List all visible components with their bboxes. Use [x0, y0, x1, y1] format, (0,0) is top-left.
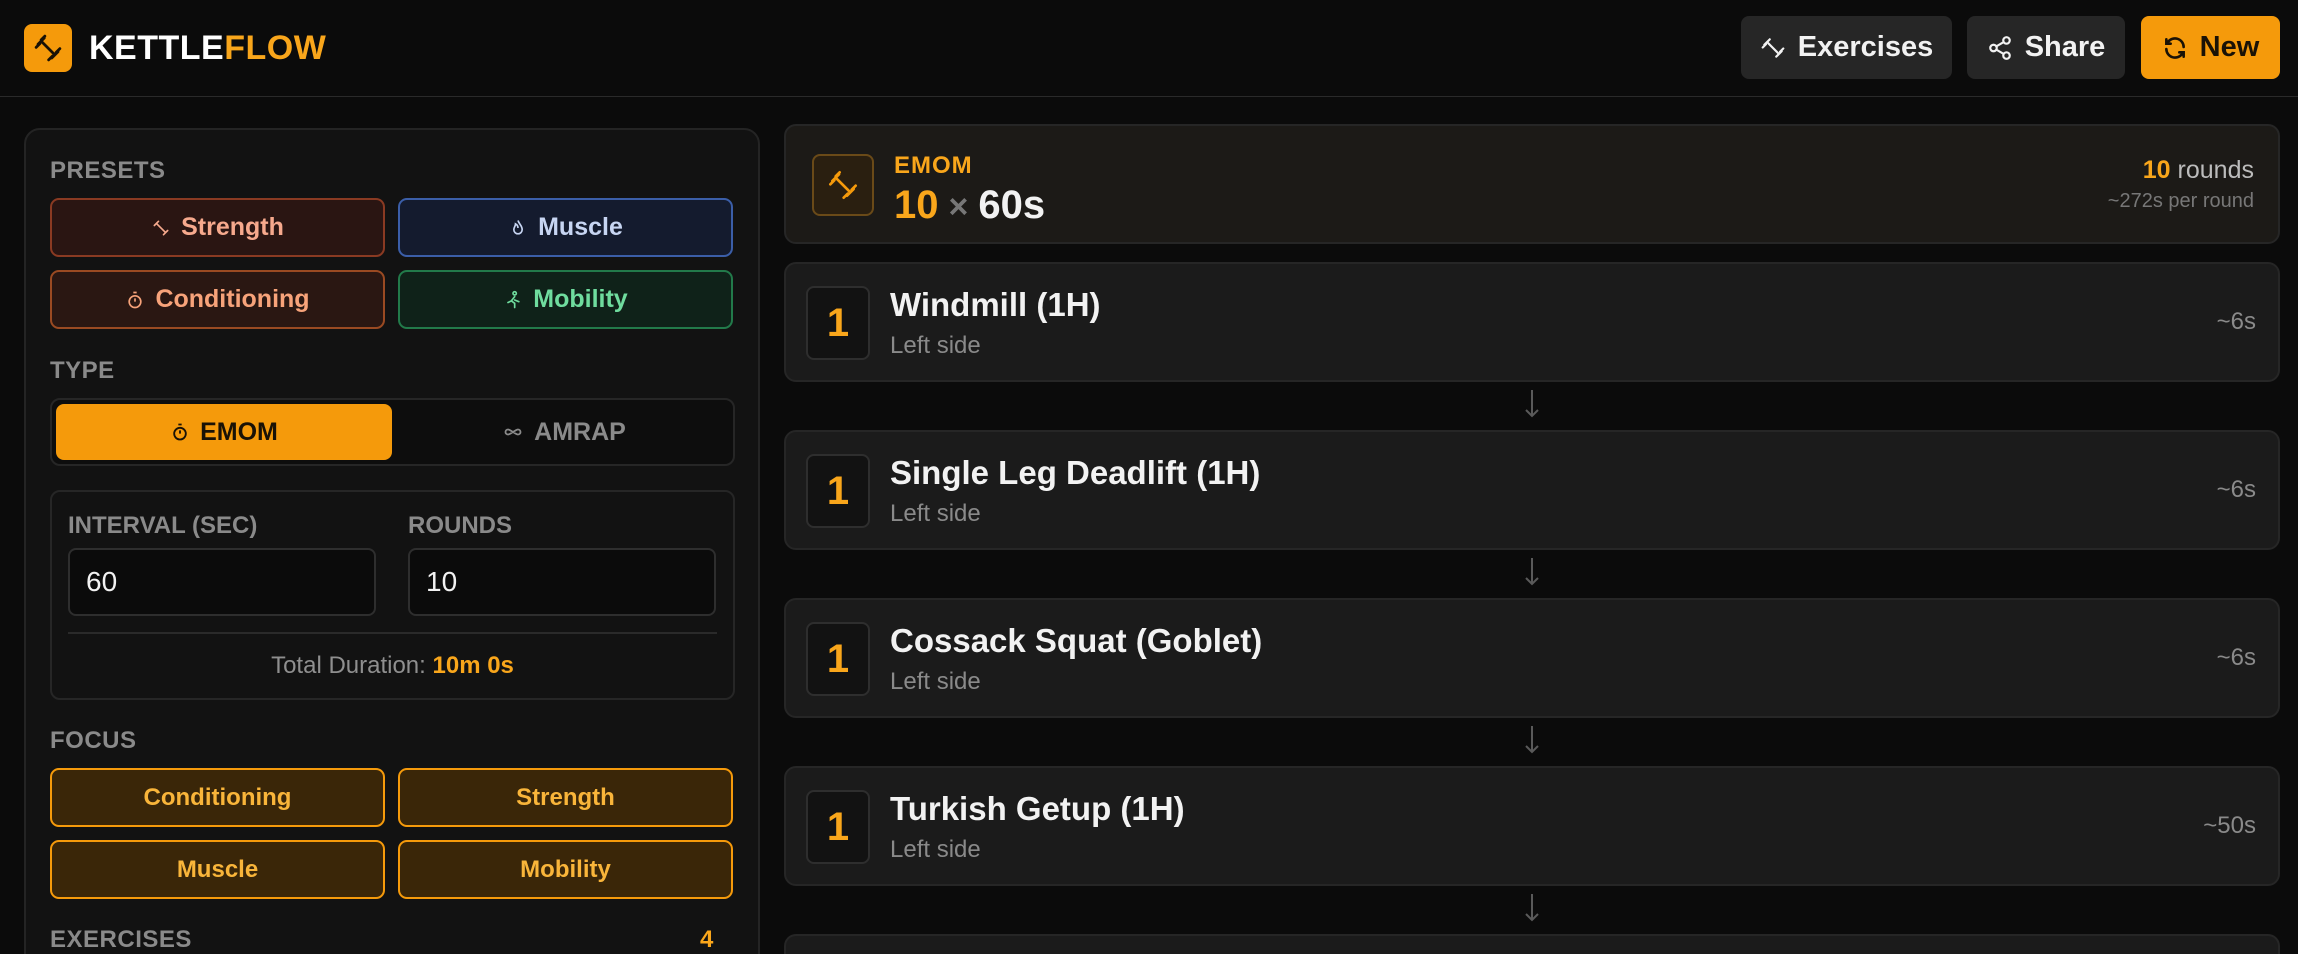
exercise-time: ~6s: [2216, 644, 2256, 671]
type-amrap-label: AMRAP: [534, 417, 626, 446]
exercise-reps: 1: [806, 286, 870, 360]
timer-icon: [173, 423, 187, 441]
exercise-side: Left side: [890, 836, 981, 863]
summary-times-symbol: ×: [948, 188, 969, 226]
focus-muscle-chip[interactable]: Muscle: [50, 840, 385, 899]
exercise-time: ~6s: [2216, 308, 2256, 335]
exercise-name: Single Leg Deadlift (1H): [890, 454, 1261, 491]
type-heading: TYPE: [50, 357, 115, 384]
exercise-side: Left side: [890, 668, 981, 695]
exercises-button-label: Exercises: [1797, 31, 1934, 63]
preset-mobility-button[interactable]: Mobility: [398, 270, 733, 329]
summary-rounds-number: 10: [894, 183, 939, 227]
exercises-heading: EXERCISES: [50, 926, 192, 953]
exercises-button[interactable]: Exercises: [1741, 16, 1952, 79]
total-duration-value: 10m 0s: [432, 652, 514, 679]
preset-muscle-label: Muscle: [538, 213, 623, 241]
exercise-card[interactable]: 1 Windmill (1H) Left side ~6s: [784, 262, 2280, 382]
summary-formula: 10 × 60s: [894, 180, 1045, 232]
new-button-label: New: [2199, 31, 2260, 63]
preset-muscle-button[interactable]: Muscle: [398, 198, 733, 257]
exercises-count-badge: 4: [700, 926, 714, 953]
presets-heading: PRESETS: [50, 157, 166, 184]
focus-strength-chip[interactable]: Strength: [398, 768, 733, 827]
interval-settings-panel: INTERVAL (SEC) ROUNDS Total Duration: 10…: [50, 490, 735, 700]
summary-interval: 60s: [978, 183, 1046, 227]
new-button[interactable]: New: [2141, 16, 2280, 79]
interval-label: INTERVAL (SEC): [68, 512, 258, 539]
arrow-down-icon: [1520, 554, 1544, 590]
preset-conditioning-label: Conditioning: [155, 285, 310, 313]
exercise-name: Cossack Squat (Goblet): [890, 622, 1263, 659]
exercise-name: Windmill (1H): [890, 286, 1101, 323]
exercise-reps: 1: [806, 622, 870, 696]
summary-per-round: ~272s per round: [2107, 190, 2254, 212]
settings-divider: [68, 632, 717, 634]
summary-dumbbell-icon: [812, 154, 874, 216]
refresh-icon: [2164, 36, 2185, 59]
arrow-down-icon: [1520, 890, 1544, 926]
preset-strength-button[interactable]: Strength: [50, 198, 385, 257]
share-button-label: Share: [2024, 31, 2106, 63]
workout-summary-card: EMOM 10 × 60s 10 rounds ~272s per round: [784, 124, 2280, 244]
rounds-input[interactable]: [408, 548, 716, 616]
focus-conditioning-chip[interactable]: Conditioning: [50, 768, 385, 827]
type-emom-option[interactable]: EMOM: [56, 404, 392, 460]
type-emom-label: EMOM: [200, 417, 278, 446]
focus-mobility-chip[interactable]: Mobility: [398, 840, 733, 899]
logo-kettlebell-icon: [24, 24, 72, 72]
total-duration: Total Duration: 10m 0s: [52, 652, 733, 680]
stretch-icon: [507, 290, 520, 308]
exercise-time: ~6s: [2216, 476, 2256, 503]
share-icon: [1988, 35, 2011, 60]
exercise-reps: 1: [806, 790, 870, 864]
summary-type: EMOM: [894, 152, 973, 179]
dumbbell-icon: [1761, 37, 1785, 58]
flame-icon: [513, 219, 524, 235]
workout-type-toggle: EMOM AMRAP: [50, 398, 735, 466]
exercise-time: ~50s: [2203, 812, 2256, 839]
app-header: KETTLEFLOW Exercises Share New: [0, 0, 2298, 97]
focus-heading: FOCUS: [50, 727, 137, 754]
rounds-label: ROUNDS: [408, 512, 513, 539]
app-logo-text: KETTLEFLOW: [89, 26, 326, 70]
summary-rounds-count: 10: [2142, 156, 2171, 184]
type-amrap-option[interactable]: AMRAP: [396, 404, 732, 460]
exercise-card[interactable]: 1 Turkish Getup (1H) Left side ~50s: [784, 766, 2280, 886]
share-button[interactable]: Share: [1967, 16, 2125, 79]
preset-conditioning-button[interactable]: Conditioning: [50, 270, 385, 329]
dumbbell-icon: [153, 220, 169, 235]
summary-rounds: 10 rounds: [2143, 156, 2254, 185]
exercise-reps: 1: [806, 454, 870, 528]
exercise-card[interactable]: 1 Cossack Squat (Goblet) Left side ~6s: [784, 598, 2280, 718]
interval-input[interactable]: [68, 548, 376, 616]
timer-icon: [128, 291, 143, 308]
total-duration-label: Total Duration:: [271, 652, 426, 679]
logo-word-flow: FLOW: [224, 29, 327, 67]
exercise-side: Left side: [890, 500, 981, 527]
preset-mobility-label: Mobility: [533, 285, 628, 313]
exercise-side: Left side: [890, 332, 981, 359]
exercise-card[interactable]: 1 Single Leg Deadlift (1H) Left side ~6s: [784, 430, 2280, 550]
exercise-name: Turkish Getup (1H): [890, 790, 1185, 827]
preset-strength-label: Strength: [181, 213, 284, 241]
infinity-icon: [504, 428, 522, 436]
arrow-down-icon: [1520, 386, 1544, 422]
arrow-down-icon: [1520, 722, 1544, 758]
logo-word-kettle: KETTLE: [89, 29, 225, 67]
summary-rounds-word: rounds: [2177, 156, 2254, 184]
exercise-card-partial[interactable]: [784, 934, 2280, 954]
